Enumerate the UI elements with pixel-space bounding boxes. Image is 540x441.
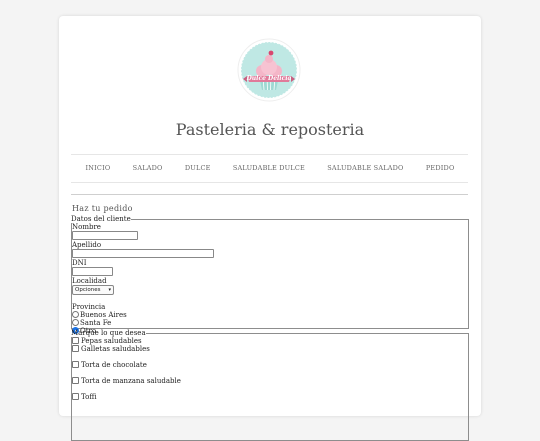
checkbox-icon[interactable]	[72, 393, 79, 400]
client-fieldset: Datos del cliente Nombre Apellido DNI Lo…	[71, 215, 469, 335]
order-item[interactable]: Galletas saludables	[72, 345, 466, 353]
localidad-select[interactable]: Opciones ▾	[72, 285, 114, 295]
divider	[71, 194, 468, 195]
nav-item-inicio[interactable]: INICIO	[85, 164, 110, 172]
nav-item-pedido[interactable]: PEDIDO	[426, 164, 455, 172]
provincia-label: Provincia	[72, 303, 106, 311]
nav-item-dulce[interactable]: DULCE	[185, 164, 211, 172]
site-title: Pasteleria & reposteria	[175, 120, 365, 139]
radio-icon[interactable]	[72, 311, 79, 318]
logo[interactable]: Dulce Delicia	[237, 38, 301, 102]
main-nav: INICIO SALADO DULCE SALUDABLE DULCE SALU…	[59, 164, 481, 172]
order-item[interactable]: Toffi	[72, 393, 466, 401]
divider	[71, 182, 468, 183]
divider	[71, 154, 468, 155]
localidad-label: Localidad	[72, 277, 107, 285]
dni-input[interactable]	[72, 267, 113, 276]
order-item[interactable]: Torta de manzana saludable	[72, 377, 466, 385]
provincia-option[interactable]: Buenos Aires	[72, 311, 466, 319]
nav-item-saludable-salado[interactable]: SALUDABLE SALADO	[327, 164, 403, 172]
apellido-label: Apellido	[72, 241, 102, 249]
nombre-label: Nombre	[72, 223, 101, 231]
cupcake-logo-icon	[237, 38, 301, 102]
form-heading: Haz tu pedido	[72, 204, 133, 213]
radio-icon[interactable]	[72, 319, 79, 326]
checkbox-icon[interactable]	[72, 345, 79, 352]
page-card: Dulce Delicia Pasteleria & reposteria IN…	[59, 16, 481, 441]
dni-label: DNI	[72, 259, 87, 267]
checkbox-icon[interactable]	[72, 337, 79, 344]
provincia-option[interactable]: Santa Fe	[72, 319, 466, 327]
order-item[interactable]: Torta de chocolate	[72, 361, 466, 369]
nombre-input[interactable]	[72, 231, 138, 240]
nav-item-saludable-dulce[interactable]: SALUDABLE DULCE	[233, 164, 305, 172]
checkbox-icon[interactable]	[72, 377, 79, 384]
logo-text: Dulce Delicia	[246, 75, 292, 82]
chevron-down-icon: ▾	[108, 287, 111, 293]
order-legend: Marque lo que desea	[71, 329, 146, 337]
order-item[interactable]: Pepas saludables	[72, 337, 466, 345]
nav-item-salado[interactable]: SALADO	[133, 164, 163, 172]
checkbox-icon[interactable]	[72, 361, 79, 368]
client-legend: Datos del cliente	[71, 215, 131, 223]
apellido-input[interactable]	[72, 249, 214, 258]
order-fieldset: Marque lo que desea Pepas saludables Gal…	[71, 329, 469, 441]
localidad-selected: Opciones	[75, 287, 101, 293]
